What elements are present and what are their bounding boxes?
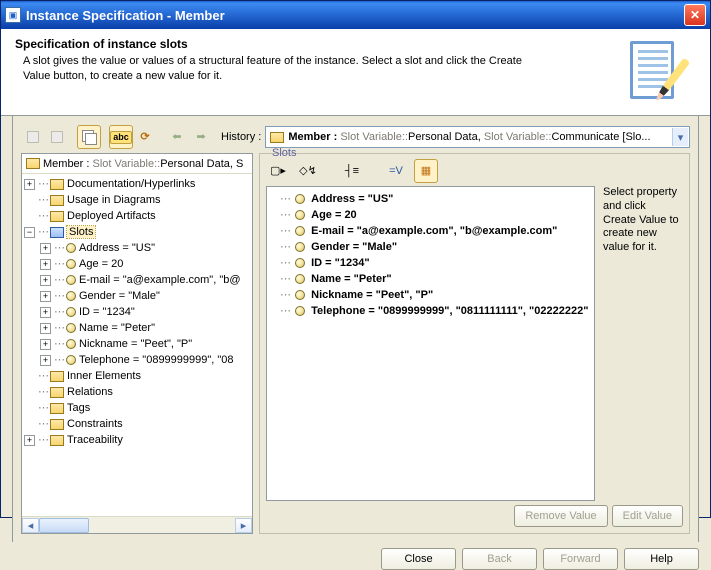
toolbar-btn-back[interactable]: ⬅ <box>165 125 189 149</box>
toolbar-btn-2[interactable] <box>45 125 69 149</box>
scroll-thumb[interactable] <box>39 518 89 533</box>
history-label: History : <box>221 131 261 143</box>
edit-value-button[interactable]: Edit Value <box>612 505 683 527</box>
tree-body[interactable]: +⋯Documentation/Hyperlinks ⋯Usage in Dia… <box>22 174 252 516</box>
toolbar-btn-copy[interactable] <box>77 125 101 149</box>
tree-item-slots[interactable]: −⋯Slots <box>24 224 252 240</box>
history-dropdown-icon[interactable]: ▾ <box>672 128 688 146</box>
toolbar-btn-1[interactable] <box>21 125 45 149</box>
slot-row-age[interactable]: ⋯ Age = 20 <box>269 207 592 223</box>
close-button[interactable]: Close <box>381 548 456 570</box>
tree-item-relations[interactable]: ⋯Relations <box>24 384 252 400</box>
header-illustration-icon <box>626 37 696 107</box>
header-area: Specification of instance slots A slot g… <box>1 29 710 116</box>
tree-item-deployed[interactable]: ⋯Deployed Artifacts <box>24 208 252 224</box>
tree-item-tags[interactable]: ⋯Tags <box>24 400 252 416</box>
tree-pane: Member : Slot Variable::Personal Data, S… <box>21 153 253 534</box>
slot-row-email[interactable]: ⋯ E-mail = "a@example.com", "b@example.c… <box>269 223 592 239</box>
slots-toolbar: ▢▸ ◇↯ ┤≡ =V ▦ <box>266 158 683 184</box>
forward-button[interactable]: Forward <box>543 548 618 570</box>
tree-item-inner[interactable]: ⋯Inner Elements <box>24 368 252 384</box>
remove-value-button[interactable]: Remove Value <box>514 505 607 527</box>
tree-slot-gender[interactable]: +⋯Gender = "Male" <box>24 288 252 304</box>
slots-fieldset: Slots ▢▸ ◇↯ ┤≡ =V ▦ ⋯ Address = "US" ⋯ A… <box>259 153 690 534</box>
window-title: Instance Specification - Member <box>26 8 684 23</box>
header-description: A slot gives the value or values of a st… <box>15 54 546 84</box>
expander-icon[interactable]: − <box>24 227 35 238</box>
close-icon[interactable]: ✕ <box>684 4 706 26</box>
header-heading: Specification of instance slots <box>15 37 546 51</box>
history-item-icon <box>270 132 284 143</box>
slot-row-id[interactable]: ⋯ ID = "1234" <box>269 255 592 271</box>
slots-tbtn-grid[interactable]: ▦ <box>414 159 438 183</box>
tree-item-constraints[interactable]: ⋯Constraints <box>24 416 252 432</box>
tree-slot-nickname[interactable]: +⋯Nickname = "Peet", "P" <box>24 336 252 352</box>
slots-tbtn-tree[interactable]: ┤≡ <box>340 159 364 183</box>
slot-row-gender[interactable]: ⋯ Gender = "Male" <box>269 239 592 255</box>
tree-slot-age[interactable]: +⋯Age = 20 <box>24 256 252 272</box>
slots-list[interactable]: ⋯ Address = "US" ⋯ Age = 20 ⋯ E-mail = "… <box>266 186 595 501</box>
slot-row-nickname[interactable]: ⋯ Nickname = "Peet", "P" <box>269 287 592 303</box>
slot-row-address[interactable]: ⋯ Address = "US" <box>269 191 592 207</box>
toolbar-btn-abc[interactable]: abc <box>109 125 133 149</box>
tree-item-usage[interactable]: ⋯Usage in Diagrams <box>24 192 252 208</box>
expander-icon[interactable]: + <box>24 179 35 190</box>
slot-row-name[interactable]: ⋯ Name = "Peter" <box>269 271 592 287</box>
toolbar-btn-refresh[interactable]: ⟳ <box>133 125 157 149</box>
tree-slot-name[interactable]: +⋯Name = "Peter" <box>24 320 252 336</box>
history-combobox[interactable]: Member : Slot Variable::Personal Data, S… <box>265 126 690 148</box>
tree-item-docs[interactable]: +⋯Documentation/Hyperlinks <box>24 176 252 192</box>
main-toolbar: abc ⟳ ⬅ ➡ History : Member : Slot Variab… <box>21 124 690 150</box>
titlebar: ▣ Instance Specification - Member ✕ <box>1 1 710 29</box>
back-button[interactable]: Back <box>462 548 537 570</box>
slots-tbtn-2[interactable]: ◇↯ <box>296 159 320 183</box>
tree-slot-address[interactable]: +⋯Address = "US" <box>24 240 252 256</box>
slot-row-telephone[interactable]: ⋯ Telephone = "0899999999", "0811111111"… <box>269 303 592 319</box>
help-button[interactable]: Help <box>624 548 699 570</box>
tree-item-trace[interactable]: +⋯Traceability <box>24 432 252 448</box>
slots-tbtn-eqv[interactable]: =V <box>384 159 408 183</box>
content-panel: abc ⟳ ⬅ ➡ History : Member : Slot Variab… <box>12 116 699 542</box>
tree-header: Member : Slot Variable::Personal Data, S <box>22 154 252 174</box>
slots-legend: Slots <box>268 147 300 159</box>
tree-slot-id[interactable]: +⋯ID = "1234" <box>24 304 252 320</box>
dialog-footer: Close Back Forward Help <box>1 542 710 570</box>
toolbar-btn-forward[interactable]: ➡ <box>189 125 213 149</box>
slots-pane: Slots ▢▸ ◇↯ ┤≡ =V ▦ ⋯ Address = "US" ⋯ A… <box>259 153 690 534</box>
app-icon: ▣ <box>5 7 21 23</box>
scroll-right-icon[interactable]: ▸ <box>235 518 252 533</box>
slots-tbtn-1[interactable]: ▢▸ <box>266 159 290 183</box>
tree-hscrollbar[interactable]: ◂ ▸ <box>22 516 252 533</box>
member-icon <box>26 158 40 169</box>
scroll-left-icon[interactable]: ◂ <box>22 518 39 533</box>
tree-slot-email[interactable]: +⋯E-mail = "a@example.com", "b@ <box>24 272 252 288</box>
tree-slot-telephone[interactable]: +⋯Telephone = "0899999999", "08 <box>24 352 252 368</box>
split-panes: Member : Slot Variable::Personal Data, S… <box>21 153 690 534</box>
history-text: Member : Slot Variable::Personal Data, S… <box>288 131 650 143</box>
slots-hint: Select property and click Create Value t… <box>601 186 683 501</box>
